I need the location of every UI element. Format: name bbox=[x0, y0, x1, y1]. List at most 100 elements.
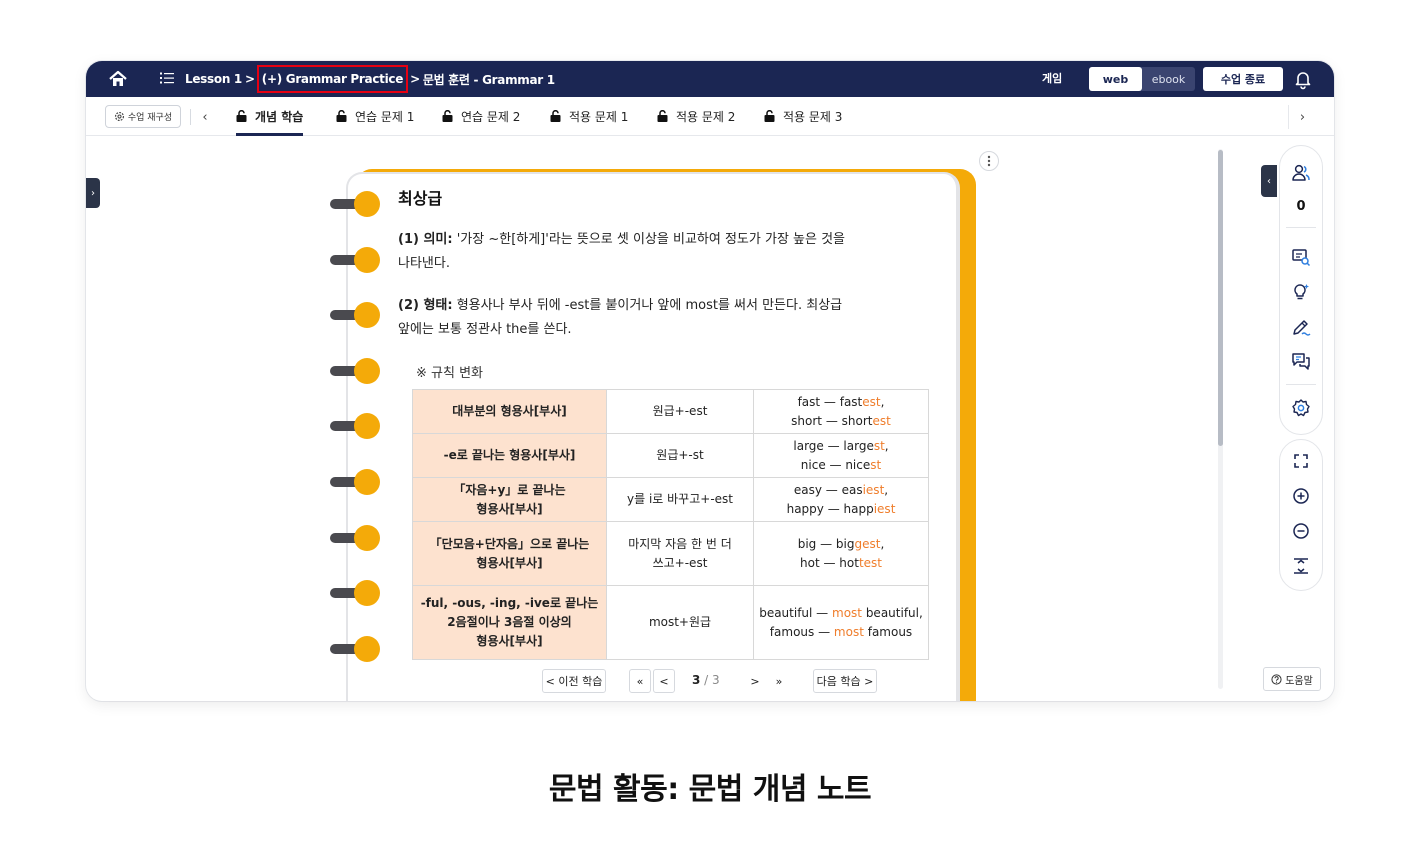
table-row: -ful, -ous, -ing, -ive로 끝나는 2음절이나 3음절 이상… bbox=[412, 585, 929, 660]
table-row: 「자음+y」로 끝나는 형용사[부사] y를 i로 바꾸고+-est easy … bbox=[412, 477, 929, 522]
table-row: 대부분의 형용사[부사] 원급+-est fast — fastest, sho… bbox=[412, 389, 929, 434]
tab-application-2[interactable]: 적용 문제 2 bbox=[657, 97, 735, 135]
rule-method: 원급+-est bbox=[606, 389, 754, 434]
rule-kind-line: 「자음+y」로 끝나는 bbox=[453, 482, 566, 497]
tab-application-1[interactable]: 적용 문제 1 bbox=[550, 97, 628, 135]
divider bbox=[1286, 227, 1316, 228]
example-suffix: gest bbox=[854, 536, 881, 551]
lightbulb-icon[interactable] bbox=[1289, 280, 1313, 304]
unlock-icon bbox=[764, 110, 775, 122]
slide-caption: 문법 활동: 문법 개념 노트 bbox=[548, 772, 872, 807]
next-page-button[interactable]: > bbox=[744, 669, 766, 693]
tabs-scroll-right-button[interactable]: › bbox=[1288, 105, 1316, 129]
example-base: short — short bbox=[791, 413, 873, 428]
bell-icon[interactable] bbox=[1292, 68, 1314, 90]
first-page-button[interactable]: « bbox=[629, 669, 651, 693]
rule-examples: big — biggest, hot — hottest bbox=[753, 521, 929, 586]
participants-count: 0 bbox=[1296, 199, 1306, 214]
breadcrumb-separator: > bbox=[245, 72, 255, 86]
tab-label: 적용 문제 3 bbox=[783, 109, 843, 124]
zoom-out-icon[interactable] bbox=[1289, 519, 1313, 543]
rule-method: most+원급 bbox=[606, 585, 754, 660]
settings-icon[interactable] bbox=[1289, 396, 1313, 420]
form-text: 형용사나 부사 뒤에 -est를 붙이거나 앞에 most를 써서 만든다. 최… bbox=[452, 298, 843, 313]
previous-lesson-button[interactable]: < 이전 학습 bbox=[542, 669, 606, 693]
previous-page-button[interactable]: < bbox=[653, 669, 675, 693]
spiral-ring bbox=[330, 247, 382, 273]
tab-concept-learning[interactable]: 개념 학습 bbox=[236, 97, 304, 136]
rule-method-line: 마지막 자음 한 번 더 bbox=[628, 536, 732, 551]
rule-heading: ※ 규칙 변화 bbox=[416, 366, 483, 381]
help-button[interactable]: 도움말 bbox=[1263, 667, 1321, 691]
example-suffix: st bbox=[870, 457, 882, 472]
example-base: nice — nice bbox=[800, 457, 871, 472]
unlock-icon bbox=[336, 110, 347, 122]
rule-kind: 대부분의 형용사[부사] bbox=[412, 389, 607, 434]
superlative-rules-table: 대부분의 형용사[부사] 원급+-est fast — fast est, sho… bbox=[412, 389, 929, 660]
next-lesson-button[interactable]: 다음 학습 > bbox=[813, 669, 877, 693]
breadcrumb-separator: > bbox=[410, 72, 420, 86]
reconfigure-class-button[interactable]: 수업 재구성 bbox=[105, 105, 181, 128]
tabs-scroll-left-button[interactable]: ‹ bbox=[197, 107, 213, 127]
breadcrumb-grammar-practice[interactable]: (+) Grammar Practice bbox=[256, 65, 409, 93]
example-suffix: est bbox=[872, 413, 891, 428]
reconfigure-label: 수업 재구성 bbox=[127, 113, 173, 123]
breadcrumb: Lesson 1 > (+) Grammar Practice > 문법 훈련 … bbox=[185, 61, 555, 97]
rule-kind: -e로 끝나는 형용사[부사] bbox=[412, 433, 607, 478]
note-content: 최상급 (1) 의미: '가장 ~한[하게]'라는 뜻으로 셋 이상을 비교하여… bbox=[398, 185, 918, 337]
example-base: big — big bbox=[797, 536, 855, 551]
zoom-in-icon[interactable] bbox=[1289, 484, 1313, 508]
example-base: fast — fast bbox=[797, 394, 863, 409]
meaning-text-cont: 나타낸다. bbox=[398, 256, 450, 271]
tab-practice-2[interactable]: 연습 문제 2 bbox=[442, 97, 520, 135]
tab-label: 적용 문제 1 bbox=[569, 109, 629, 124]
app-window: Lesson 1 > (+) Grammar Practice > 문법 훈련 … bbox=[86, 61, 1334, 701]
home-icon[interactable] bbox=[108, 69, 128, 89]
example-base: hot — hot bbox=[800, 555, 859, 570]
example-suffix: most bbox=[832, 605, 862, 620]
meaning-text: '가장 ~한[하게]'라는 뜻으로 셋 이상을 비교하여 정도가 가장 높은 것… bbox=[452, 232, 846, 247]
fit-height-icon[interactable] bbox=[1289, 554, 1313, 578]
screen-search-icon[interactable] bbox=[1289, 245, 1313, 269]
tab-label: 적용 문제 2 bbox=[676, 109, 736, 124]
form-label: (2) 형태: bbox=[398, 298, 453, 313]
example-base: happy — happ bbox=[786, 501, 874, 516]
page-slash: / bbox=[700, 673, 713, 687]
tab-bar: 수업 재구성 ‹ 개념 학습 연습 문제 1 연습 문제 2 적용 문제 1 적… bbox=[86, 97, 1334, 136]
example-tail: , bbox=[884, 482, 889, 497]
right-toolbar-toggle[interactable]: ‹ bbox=[1261, 165, 1277, 197]
rule-kind: -ful, -ous, -ing, -ive로 끝나는 2음절이나 3음절 이상… bbox=[412, 585, 607, 660]
tab-label: 연습 문제 1 bbox=[355, 109, 415, 124]
last-page-button[interactable]: » bbox=[768, 669, 790, 693]
end-class-button[interactable]: 수업 종료 bbox=[1203, 67, 1283, 91]
game-link[interactable]: 게임 bbox=[1042, 61, 1062, 97]
gear-icon bbox=[114, 111, 124, 122]
table-row: 「단모음+단자음」으로 끝나는 형용사[부사] 마지막 자음 한 번 더 쓰고+… bbox=[412, 521, 929, 586]
pen-icon[interactable] bbox=[1289, 315, 1313, 339]
example-tail: , bbox=[880, 536, 885, 551]
tab-practice-1[interactable]: 연습 문제 1 bbox=[336, 97, 414, 135]
more-options-icon[interactable] bbox=[979, 151, 999, 171]
ebook-mode-button[interactable]: ebook bbox=[1142, 67, 1195, 91]
top-bar: Lesson 1 > (+) Grammar Practice > 문법 훈련 … bbox=[86, 61, 1334, 97]
tab-application-3[interactable]: 적용 문제 3 bbox=[764, 97, 842, 135]
fullscreen-icon[interactable] bbox=[1289, 449, 1313, 473]
rule-kind-line: 형용사[부사] bbox=[476, 501, 543, 516]
chat-icon[interactable] bbox=[1289, 349, 1313, 373]
example-base: large — large bbox=[793, 438, 874, 453]
example-suffix: iest bbox=[873, 501, 896, 516]
web-mode-button[interactable]: web bbox=[1089, 67, 1142, 91]
list-menu-icon[interactable] bbox=[160, 71, 174, 85]
scrollbar-thumb[interactable] bbox=[1218, 150, 1223, 446]
breadcrumb-lesson[interactable]: Lesson 1 bbox=[185, 72, 242, 86]
note-title: 최상급 bbox=[398, 189, 443, 208]
users-icon[interactable] bbox=[1289, 161, 1313, 185]
example-suffix: test bbox=[858, 555, 882, 570]
rule-method: 원급+-st bbox=[606, 433, 754, 478]
rule-examples: beautiful — most beautiful, famous — mos… bbox=[753, 585, 929, 660]
example-tail: beautiful, bbox=[862, 605, 923, 620]
tab-label: 연습 문제 2 bbox=[461, 109, 521, 124]
left-drawer-toggle[interactable]: › bbox=[86, 178, 100, 208]
rule-kind: 「단모음+단자음」으로 끝나는 형용사[부사] bbox=[412, 521, 607, 586]
rule-examples: fast — fastest, short — shortest bbox=[753, 389, 929, 434]
